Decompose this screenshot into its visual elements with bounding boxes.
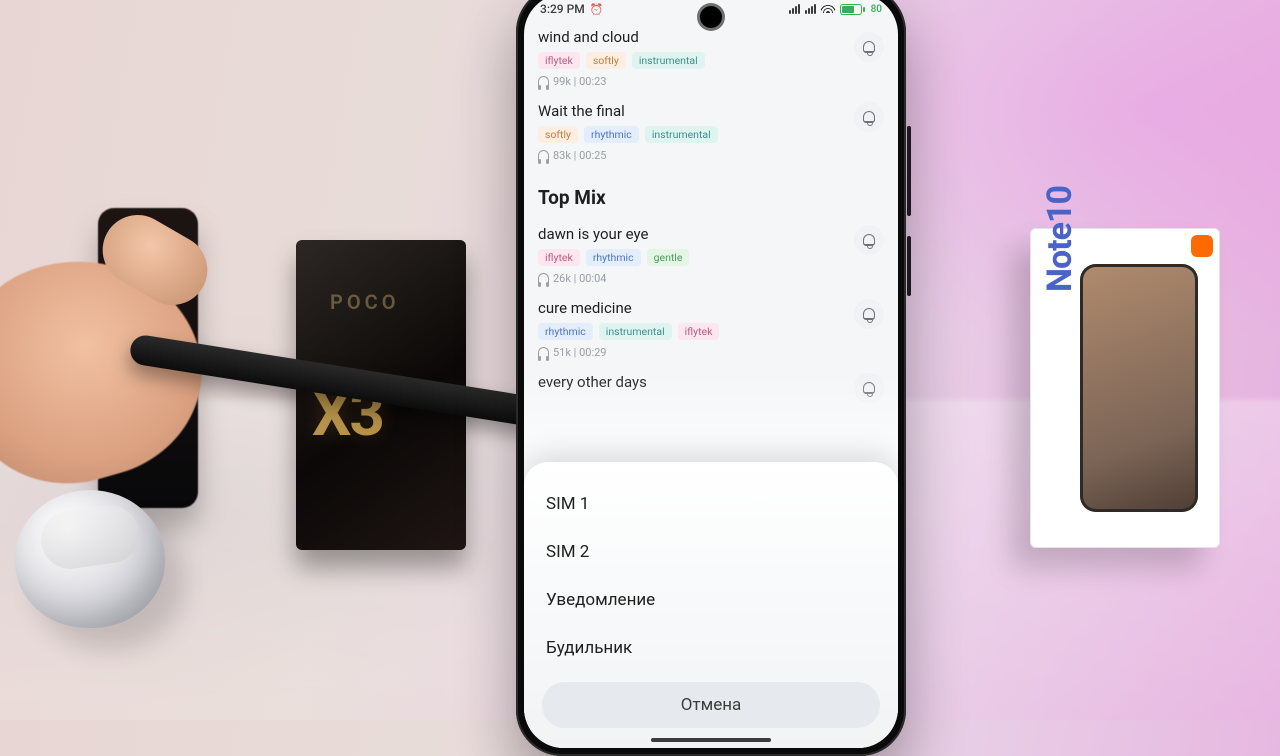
sheet-option[interactable]: SIM 1	[542, 480, 880, 528]
alarm-icon	[590, 2, 604, 16]
status-time: 3:29 PM	[540, 2, 585, 16]
signal-sim2-icon	[805, 4, 816, 14]
home-indicator[interactable]	[651, 738, 771, 742]
sheet-cancel-label: Отмена	[681, 695, 742, 715]
sheet-option[interactable]: Уведомление	[542, 576, 880, 624]
sheet-option[interactable]: SIM 2	[542, 528, 880, 576]
wifi-icon	[821, 2, 835, 16]
signal-sim1-icon	[789, 4, 800, 14]
sheet-option[interactable]: Будильник	[542, 624, 880, 672]
bottom-sheet: SIM 1SIM 2УведомлениеБудильник Отмена	[524, 462, 898, 748]
poco-brand-text: POCO	[330, 290, 400, 314]
prop-note10-box: Note10	[1030, 228, 1220, 548]
prop-earbud-case	[15, 490, 165, 628]
phone-screen: 3:29 PM 80 wind and cloudiflyteksoftlyin…	[524, 0, 898, 748]
app-content[interactable]: wind and cloudiflyteksoftlyinstrumental9…	[524, 24, 898, 748]
battery-icon	[840, 4, 865, 15]
battery-percent: 80	[871, 4, 882, 15]
mi-logo-icon	[1191, 235, 1213, 257]
sheet-cancel-button[interactable]: Отмена	[542, 682, 880, 728]
note10-label: Note10	[1040, 186, 1080, 292]
power-button	[907, 236, 911, 296]
volume-rocker	[907, 126, 911, 216]
phone-frame: 3:29 PM 80 wind and cloudiflyteksoftlyin…	[516, 0, 906, 756]
